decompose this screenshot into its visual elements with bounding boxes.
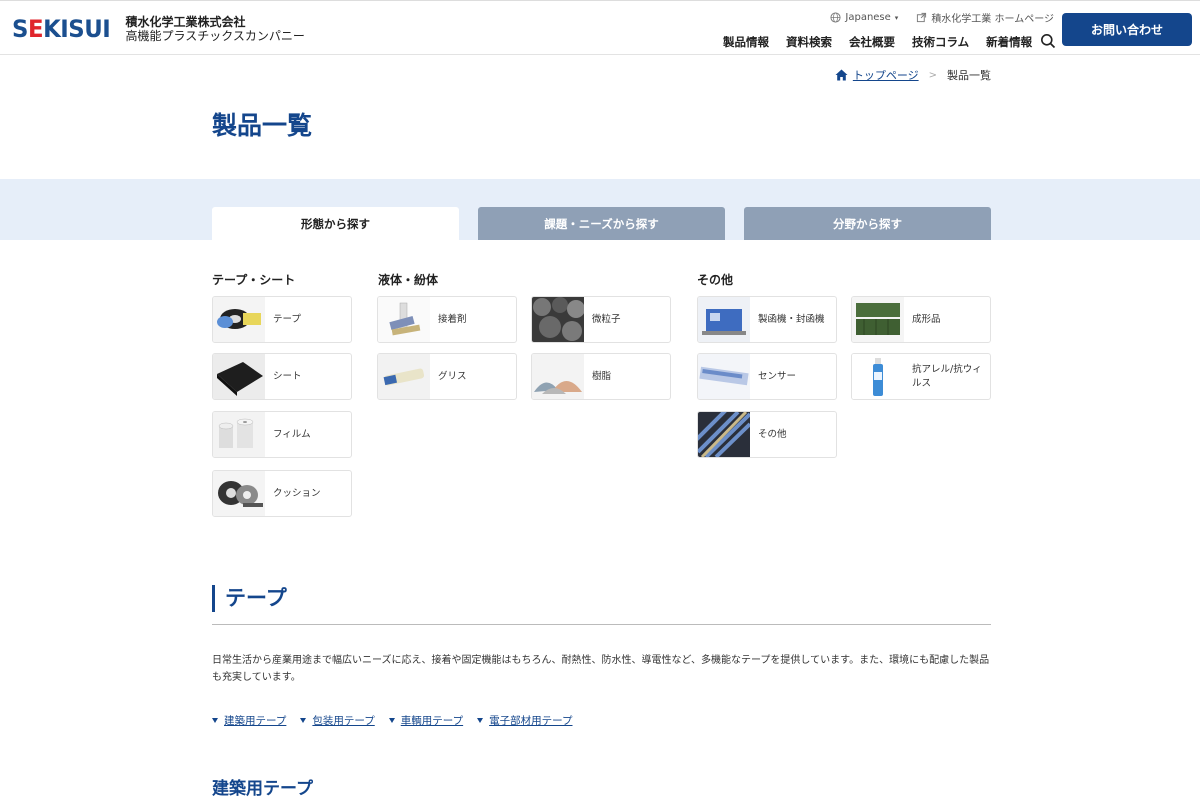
product-card-sensor[interactable]: センサー — [697, 353, 837, 400]
company-name: 積水化学工業株式会社 高機能プラスチックスカンパニー — [125, 15, 304, 43]
chevron-right-icon: > — [928, 69, 937, 81]
language-selector[interactable]: Japanese ▾ — [830, 10, 898, 25]
tab-by-form[interactable]: 形態から探す — [212, 207, 459, 240]
triangle-down-icon — [477, 718, 484, 723]
company-line1: 積水化学工業株式会社 — [125, 15, 246, 29]
product-label: その他 — [758, 428, 787, 440]
company-line2: 高機能プラスチックスカンパニー — [125, 29, 305, 43]
product-card-tape[interactable]: テープ — [212, 296, 352, 343]
external-link-icon — [917, 12, 927, 23]
nav-news[interactable]: 新着情報 — [986, 34, 1032, 50]
product-label: 成形品 — [912, 313, 941, 325]
logo[interactable]: SEKISUI 積水化学工業株式会社 高機能プラスチックスカンパニー — [12, 15, 305, 43]
product-label: センサー — [758, 370, 797, 382]
product-label: 抗アレル/抗ウィルス — [912, 363, 982, 389]
particles-image — [532, 297, 584, 342]
anchor-links: 建築用テープ 包装用テープ 車輌用テープ 電子部材用テープ — [212, 713, 573, 728]
tab-by-field[interactable]: 分野から探す — [744, 207, 991, 240]
nav-company[interactable]: 会社概要 — [849, 34, 895, 50]
sekisui-logo-mark: SEKISUI — [12, 15, 111, 43]
product-card-particles[interactable]: 微粒子 — [531, 296, 671, 343]
product-label: テープ — [273, 313, 301, 325]
film-roll-image — [213, 412, 265, 457]
anchor-label: 車輌用テープ — [400, 715, 464, 727]
grease-tube-image — [378, 354, 430, 399]
product-card-film[interactable]: フィルム — [212, 411, 352, 458]
product-label: グリス — [438, 370, 467, 382]
product-card-molded[interactable]: 成形品 — [851, 296, 991, 343]
product-label: 製函機・封函機 — [758, 313, 825, 325]
molded-crates-image — [852, 297, 904, 342]
tab-by-needs[interactable]: 課題・ニーズから探す — [478, 207, 725, 240]
product-card-resin[interactable]: 樹脂 — [531, 353, 671, 400]
breadcrumb: トップページ > 製品一覧 — [835, 67, 991, 83]
language-label: Japanese — [845, 12, 891, 23]
product-label: 接着剤 — [438, 313, 467, 325]
triangle-down-icon — [388, 718, 395, 723]
other-products-image — [698, 412, 750, 457]
subsection-title: 建築用テープ — [212, 779, 313, 799]
product-card-other[interactable]: その他 — [697, 411, 837, 458]
nav-tech-column[interactable]: 技術コラム — [912, 34, 969, 50]
corp-home-label: 積水化学工業 ホームページ — [931, 14, 1054, 25]
product-card-box-machine[interactable]: 製函機・封函機 — [697, 296, 837, 343]
caret-down-icon: ▾ — [894, 13, 899, 22]
nav-products[interactable]: 製品情報 — [723, 34, 769, 50]
product-label: フィルム — [273, 428, 311, 440]
cushion-roll-image — [213, 471, 265, 516]
spray-can-image — [852, 354, 904, 399]
site-header: SEKISUI 積水化学工業株式会社 高機能プラスチックスカンパニー Japan… — [0, 0, 1200, 55]
category-heading-tape-sheet: テープ・シート — [212, 273, 296, 287]
anchor-vehicle-tape[interactable]: 車輌用テープ — [388, 713, 464, 728]
product-card-adhesive[interactable]: 接着剤 — [377, 296, 517, 343]
product-card-grease[interactable]: グリス — [377, 353, 517, 400]
utility-nav: Japanese ▾ 積水化学工業 ホームページ — [830, 10, 1054, 25]
global-nav: 製品情報 資料検索 会社概要 技術コラム 新着情報 — [723, 34, 1032, 50]
section-description: 日常生活から産業用途まで幅広いニーズに応え、接着や固定機能はもちろん、耐熱性、防… — [212, 655, 990, 683]
breadcrumb-current: 製品一覧 — [947, 69, 991, 82]
anchor-architecture-tape[interactable]: 建築用テープ — [212, 713, 286, 728]
anchor-packaging-tape[interactable]: 包装用テープ — [300, 713, 375, 728]
anchor-label: 包装用テープ — [312, 715, 375, 727]
sheet-image — [213, 354, 265, 399]
category-heading-other: その他 — [697, 273, 734, 287]
anchor-label: 建築用テープ — [224, 715, 287, 727]
corp-home-link[interactable]: 積水化学工業 ホームページ — [916, 10, 1054, 25]
globe-icon — [830, 12, 841, 23]
section-title: テープ — [212, 585, 287, 612]
anchor-electronics-tape[interactable]: 電子部材用テープ — [477, 713, 573, 728]
product-label: 微粒子 — [592, 313, 621, 325]
product-card-sheet[interactable]: シート — [212, 353, 352, 400]
product-label: シート — [273, 370, 302, 382]
section-divider — [212, 624, 991, 625]
adhesive-tubes-image — [378, 297, 430, 342]
triangle-down-icon — [212, 718, 218, 723]
tape-roll-image — [213, 297, 265, 342]
product-label: クッション — [273, 487, 321, 499]
page-title: 製品一覧 — [212, 111, 313, 140]
product-card-anti-allergen[interactable]: 抗アレル/抗ウィルス — [851, 353, 991, 400]
box-machine-image — [698, 297, 750, 342]
triangle-down-icon — [300, 718, 307, 723]
sensor-image — [698, 354, 750, 399]
category-heading-liquid-powder: 液体・紛体 — [378, 273, 439, 287]
search-icon[interactable] — [1040, 33, 1056, 49]
anchor-label: 電子部材用テープ — [489, 715, 573, 727]
product-card-cushion[interactable]: クッション — [212, 470, 352, 517]
breadcrumb-home[interactable]: トップページ — [835, 67, 919, 83]
contact-button[interactable]: お問い合わせ — [1062, 13, 1192, 46]
resin-powder-image — [532, 354, 584, 399]
home-icon — [835, 69, 848, 81]
product-label: 樹脂 — [592, 370, 612, 382]
breadcrumb-home-label: トップページ — [852, 69, 919, 82]
nav-documents[interactable]: 資料検索 — [786, 34, 832, 50]
